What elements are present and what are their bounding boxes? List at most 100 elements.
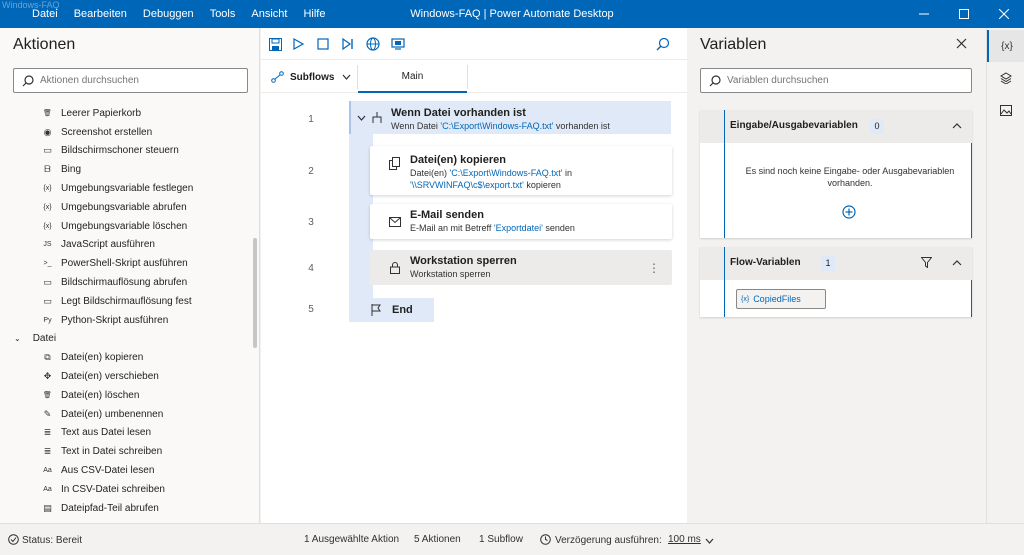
- lock-workstation-action[interactable]: Workstation sperren Workstation sperren …: [370, 250, 672, 285]
- search-icon: [656, 37, 670, 51]
- menu-tools[interactable]: Tools: [202, 0, 244, 28]
- action-list-item[interactable]: {x} Umgebungsvariable festlegen: [0, 179, 252, 198]
- run-delay-dropdown[interactable]: [705, 536, 714, 547]
- io-variables-title: Eingabe/Ausgabevariablen: [730, 120, 858, 131]
- find-button[interactable]: [655, 36, 671, 52]
- action-list-item[interactable]: ≣ Text in Datei schreiben: [0, 442, 252, 461]
- save-icon: [268, 37, 282, 51]
- action-list-item[interactable]: ▭ Legt Bildschirmauflösung fest: [0, 292, 252, 311]
- action-list-item[interactable]: Aa In CSV-Datei schreiben: [0, 480, 252, 499]
- close-variables-button[interactable]: [956, 38, 967, 52]
- camera-icon: ◉: [43, 126, 52, 137]
- io-empty-message: Es sind noch keine Eingabe- oder Ausgabe…: [745, 166, 955, 188]
- menu-hilfe[interactable]: Hilfe: [295, 0, 333, 28]
- action-list-item[interactable]: 🗑 Leerer Papierkorb: [0, 104, 252, 123]
- actions-search-input[interactable]: [40, 75, 220, 86]
- ui-elements-rail-button[interactable]: [987, 62, 1024, 94]
- collapse-io-button[interactable]: [952, 120, 962, 132]
- variables-panel: Variablen Eingabe/Ausgabevariablen 0 Es …: [688, 28, 985, 523]
- action-list-item[interactable]: ᗷ Bing: [0, 160, 252, 179]
- search-icon: [22, 74, 34, 86]
- flow-variables-header[interactable]: Flow-Variablen 1: [700, 247, 972, 280]
- menu-bearbeiten[interactable]: Bearbeiten: [66, 0, 135, 28]
- action-list-item[interactable]: ▤ Dateipfad-Teil abrufen: [0, 499, 252, 518]
- close-window-button[interactable]: [984, 0, 1024, 28]
- variable-icon: {x}: [43, 203, 52, 211]
- variable-icon: {x}: [43, 222, 52, 230]
- stop-button[interactable]: [315, 36, 331, 52]
- rename-icon: ✎: [43, 408, 52, 419]
- action-list-item[interactable]: 🗑 Datei(en) löschen: [0, 386, 252, 405]
- add-io-variable-button[interactable]: [842, 205, 856, 222]
- variables-search-input[interactable]: [727, 75, 947, 86]
- delete-icon: 🗑: [43, 392, 52, 400]
- action-list-item-label: Screenshot erstellen: [61, 126, 153, 138]
- step-button[interactable]: [340, 36, 356, 52]
- read-text-icon: ≣: [43, 427, 52, 438]
- maximize-button[interactable]: [944, 0, 984, 28]
- menu-datei[interactable]: Datei: [24, 0, 66, 28]
- menu-ansicht[interactable]: Ansicht: [243, 0, 295, 28]
- tab-main[interactable]: Main: [358, 61, 467, 93]
- more-options-button[interactable]: ⋮: [648, 261, 660, 275]
- end-action[interactable]: End: [349, 298, 434, 322]
- flow-variable-chip[interactable]: {x} CopiedFiles: [736, 289, 826, 309]
- variable-icon: {x}: [1001, 40, 1013, 52]
- web-recorder-button[interactable]: [365, 36, 381, 52]
- csv-read-icon: Aa: [43, 467, 52, 475]
- actions-panel: Aktionen 🗑 Leerer Papierkorb ◉ Screenshot e…: [0, 28, 260, 523]
- action-list-item[interactable]: ⧉ Datei(en) kopieren: [0, 348, 252, 367]
- actions-scrollbar[interactable]: [253, 238, 257, 348]
- filter-button[interactable]: [920, 257, 933, 271]
- csv-write-icon: Aa: [43, 485, 52, 493]
- action-list-item-label: Datei(en) kopieren: [61, 352, 144, 364]
- line-number: 1: [308, 114, 314, 125]
- desktop-recorder-button[interactable]: [390, 36, 406, 52]
- action-list-item[interactable]: ◉ Screenshot erstellen: [0, 123, 252, 142]
- send-email-action[interactable]: E-Mail senden E-Mail an mit Betreff 'Exp…: [370, 204, 672, 239]
- save-button[interactable]: [267, 36, 283, 52]
- run-button[interactable]: [290, 36, 306, 52]
- action-list-item[interactable]: ▭ Bildschirmauflösung abrufen: [0, 273, 252, 292]
- action-list-item[interactable]: ✎ Datei(en) umbenennen: [0, 405, 252, 424]
- menu-debuggen[interactable]: Debuggen: [135, 0, 202, 28]
- collapse-flow-button[interactable]: [952, 257, 962, 269]
- filter-icon: [920, 257, 933, 269]
- copy-files-action[interactable]: Datei(en) kopieren Datei(en) 'C:\Export\…: [370, 146, 672, 195]
- recycle-bin-icon: 🗑: [43, 110, 52, 118]
- action-list-item[interactable]: >_ PowerShell-Skript ausführen: [0, 254, 252, 273]
- title-bar: Windows-FAQ Datei Bearbeiten Debuggen To…: [0, 0, 1024, 28]
- action-description: E-Mail an mit Betreff 'Exportdatei' send…: [410, 223, 575, 233]
- run-delay-value[interactable]: 100 ms: [668, 534, 701, 545]
- python-icon: Py: [43, 316, 52, 324]
- actions-search-box[interactable]: [13, 68, 248, 93]
- action-list-item[interactable]: ≣ Text aus Datei lesen: [0, 424, 252, 443]
- action-list-item-label: Bildschirmauflösung abrufen: [61, 277, 188, 289]
- action-list-item[interactable]: ▭ Bildschirmschoner steuern: [0, 142, 252, 161]
- chevron-down-icon: [705, 538, 714, 544]
- action-group-label: Datei: [32, 333, 57, 345]
- line-number: 3: [308, 217, 314, 228]
- action-list-item[interactable]: JS JavaScript ausführen: [0, 236, 252, 255]
- subflows-dropdown[interactable]: Subflows: [271, 61, 351, 93]
- action-list-item[interactable]: Py Python-Skript ausführen: [0, 311, 252, 330]
- section-accent-line: [971, 143, 972, 238]
- action-group-datei[interactable]: ⌄ Datei: [0, 330, 252, 349]
- action-list-item[interactable]: {x} Umgebungsvariable abrufen: [0, 198, 252, 217]
- minimize-button[interactable]: [904, 0, 944, 28]
- action-list-item-label: JavaScript ausführen: [61, 239, 155, 251]
- close-icon: [999, 9, 1009, 19]
- end-label: End: [392, 304, 413, 316]
- actions-count: 5 Aktionen: [414, 534, 461, 545]
- if-file-exists-action[interactable]: Wenn Datei vorhanden ist Wenn Datei 'C:\…: [349, 101, 671, 134]
- variables-rail-button[interactable]: {x}: [987, 30, 1024, 62]
- globe-icon: [366, 37, 380, 51]
- action-list-item[interactable]: ✥ Datei(en) verschieben: [0, 367, 252, 386]
- variables-search-box[interactable]: [700, 68, 972, 93]
- action-list-item-label: Datei(en) verschieben: [61, 371, 159, 383]
- action-list-item[interactable]: {x} Umgebungsvariable löschen: [0, 217, 252, 236]
- io-variables-header[interactable]: Eingabe/Ausgabevariablen 0: [700, 110, 972, 143]
- status-text: Status: Bereit: [22, 535, 83, 546]
- images-rail-button[interactable]: [987, 94, 1024, 126]
- action-list-item[interactable]: Aa Aus CSV-Datei lesen: [0, 461, 252, 480]
